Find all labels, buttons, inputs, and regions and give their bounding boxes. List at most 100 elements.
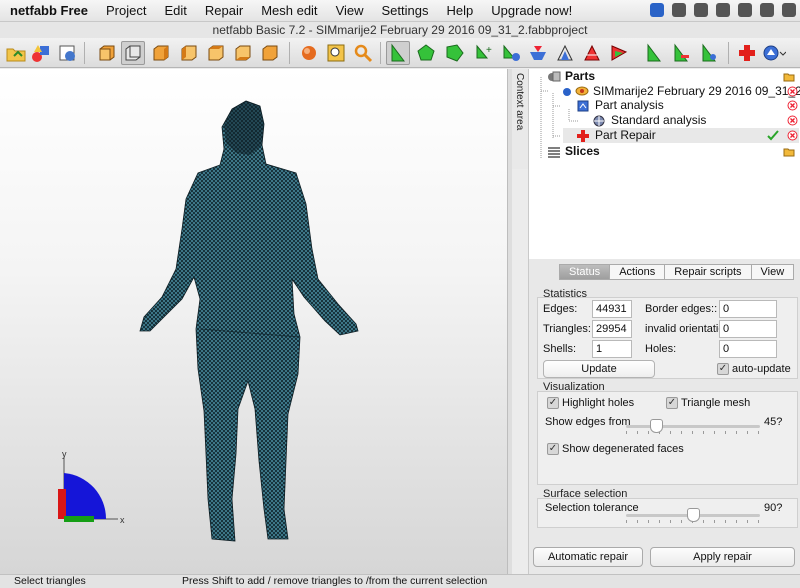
open-project-icon[interactable] [4,41,28,65]
highlight-holes-checkbox[interactable]: ✓ [547,397,559,409]
view-back-icon[interactable] [121,41,145,65]
triangles-label: Triangles: [543,323,591,335]
selection-tolerance-slider[interactable] [626,508,760,523]
show-edges-slider-thumb[interactable] [650,419,663,433]
remove-triangles-icon[interactable] [669,41,693,65]
settings-menu-icon[interactable] [762,41,786,65]
panel-tabs: Status Actions Repair scripts View [559,264,795,280]
slices-icon [547,146,560,158]
part-remove-icon[interactable] [787,86,798,97]
view-bottom-icon[interactable] [231,41,255,65]
status-hint: Press Shift to add / remove triangles to… [182,575,488,587]
tree-part-name[interactable]: SIMmarije2 February 29 2016 09_31_2 [593,84,800,99]
select-triangles-icon[interactable] [386,41,410,65]
context-area-tab[interactable]: Context area [512,69,528,169]
parts-folder-icon[interactable] [783,71,795,82]
app-menu[interactable]: netfabb Free [0,3,97,18]
tray-icon-7[interactable] [782,3,796,17]
cut-icon[interactable] [580,41,604,65]
tab-repair-scripts[interactable]: Repair scripts [664,264,752,280]
tab-status[interactable]: Status [559,264,611,280]
standard-analysis-remove-icon[interactable] [787,115,798,126]
repair-remove-icon[interactable] [787,130,798,141]
triangles-field: 29954 [592,320,632,338]
orientation-axis: y x [58,449,125,525]
window-title: netfabb Basic 7.2 - SIMmarije2 February … [0,22,800,38]
triangle-mesh-label: Triangle mesh [681,397,751,409]
tray-icon-3[interactable] [694,3,708,17]
border-edges-label: Border edges:: [645,303,718,315]
view-left-icon[interactable] [149,41,173,65]
tray-icon-2[interactable] [672,3,686,17]
repair-cross-icon[interactable] [735,41,759,65]
measure-icon[interactable] [55,41,79,65]
axis-y-label: y [62,449,67,459]
tab-view[interactable]: View [750,264,795,280]
surface-selection-group: Selection tolerance 90? [537,498,798,528]
auto-update-checkbox[interactable]: ✓ [717,363,729,375]
menu-edit[interactable]: Edit [155,3,195,18]
apply-repair-button[interactable]: Apply repair [650,547,795,567]
auto-update-label: auto-update [732,363,791,375]
select-shell-icon[interactable] [443,41,467,65]
select-surface-icon[interactable] [414,41,438,65]
show-edges-value: 45? [764,416,783,428]
svg-text:+: + [486,45,492,56]
3d-viewport[interactable]: y x [0,69,507,574]
menu-view[interactable]: View [327,3,373,18]
flip-icon[interactable] [526,41,550,65]
remove-selection-icon[interactable] [697,41,721,65]
menu-settings[interactable]: Settings [373,3,438,18]
zoom-icon[interactable] [351,41,375,65]
menu-bar: netfabb Free Project Edit Repair Mesh ed… [0,0,800,22]
show-edges-slider[interactable] [626,419,760,434]
view-right-icon[interactable] [177,41,201,65]
toolbar: + [0,38,800,68]
tree-part-analysis[interactable]: Part analysis [595,98,664,113]
degenerated-faces-checkbox[interactable]: ✓ [547,443,559,455]
visualization-group: ✓ Highlight holes ✓ Triangle mesh Show e… [537,391,798,485]
menu-upgrade[interactable]: Upgrade now! [482,3,581,18]
tab-actions[interactable]: Actions [609,264,666,280]
tree-standard-analysis[interactable]: Standard analysis [611,113,706,128]
system-tray [650,3,796,17]
border-edges-field: 0 [719,300,777,318]
menu-repair[interactable]: Repair [196,3,252,18]
fill-holes-icon[interactable] [642,41,666,65]
menu-project[interactable]: Project [97,3,155,18]
update-button[interactable]: Update [543,360,655,378]
invert-selection-icon[interactable] [499,41,523,65]
add-part-icon[interactable] [29,41,53,65]
menu-mesh-edit[interactable]: Mesh edit [252,3,326,18]
tree-part-repair[interactable]: Part Repair [595,128,656,143]
selection-tolerance-label: Selection tolerance [545,502,639,514]
tray-icon-5[interactable] [738,3,752,17]
zoom-all-icon[interactable] [324,41,348,65]
apply-check-icon[interactable] [767,130,779,141]
automatic-repair-button[interactable]: Automatic repair [533,547,643,567]
tray-icon-6[interactable] [760,3,774,17]
wireframe-icon[interactable] [553,41,577,65]
triangle-mesh-checkbox[interactable]: ✓ [666,397,678,409]
tray-icon-4[interactable] [716,3,730,17]
view-front-icon[interactable] [95,41,119,65]
tree-parts[interactable]: Parts [565,69,595,84]
tree-slices[interactable]: Slices [565,144,600,159]
holes-field: 0 [719,340,777,358]
view-top-icon[interactable] [204,41,228,65]
add-triangle-icon[interactable]: + [472,41,496,65]
menu-help[interactable]: Help [438,3,483,18]
selection-tolerance-slider-thumb[interactable] [687,508,700,522]
part-eye-icon[interactable] [575,85,589,97]
view-iso-icon[interactable] [258,41,282,65]
stitch-icon[interactable] [607,41,631,65]
tray-icon-1[interactable] [650,3,664,17]
status-mode: Select triangles [14,575,86,587]
repair-panel: Status Actions Repair scripts View Stati… [528,259,800,574]
slices-folder-icon[interactable] [783,146,795,157]
part-analysis-icon [577,100,589,112]
part-dot-icon [561,86,573,98]
degenerated-faces-label: Show degenerated faces [562,443,684,455]
analysis-remove-icon[interactable] [787,100,798,111]
sphere-view-icon[interactable] [297,41,321,65]
